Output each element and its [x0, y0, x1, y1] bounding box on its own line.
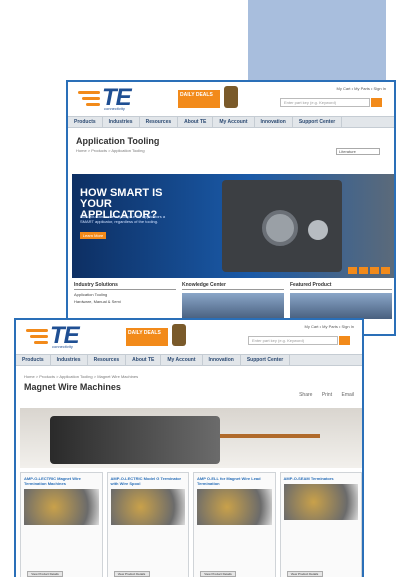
- view-product-button[interactable]: View Product Details: [286, 571, 323, 577]
- nav-products[interactable]: Products: [16, 355, 51, 365]
- nav-my-account[interactable]: My Account: [213, 117, 255, 127]
- product-name[interactable]: AMP-O-LECTRIC Model G Terminator with Wi…: [111, 476, 186, 486]
- product-card[interactable]: AMP-O-LECTRIC Model G Terminator with Wi…: [106, 472, 189, 577]
- print-link[interactable]: Print: [322, 392, 332, 398]
- product-name[interactable]: AMP-O-SEAM Terminators: [284, 476, 359, 481]
- product-image: [110, 489, 185, 525]
- section-link[interactable]: Hardware, Manual & Semi: [74, 299, 176, 304]
- product-grid: AMP-O-LECTRIC Magnet Wire Termination Ma…: [20, 472, 362, 577]
- nav-my-account[interactable]: My Account: [161, 355, 203, 365]
- view-product-button[interactable]: View Product Details: [113, 571, 150, 577]
- main-nav: Products Industries Resources About TE M…: [16, 354, 362, 366]
- section-title: Industry Solutions: [74, 282, 176, 290]
- magnet-wire-page-screenshot: TE connectivity DAILY DEALS My Cart • My…: [14, 318, 364, 577]
- promo-banner[interactable]: DAILY DEALS: [178, 90, 220, 108]
- te-logo[interactable]: TE connectivity: [78, 84, 158, 111]
- view-product-button[interactable]: View Product Details: [200, 571, 236, 577]
- nav-innovation[interactable]: Innovation: [203, 355, 241, 365]
- promo-image: [224, 86, 238, 108]
- search-input[interactable]: Enter part key (e.g. Keyword): [248, 336, 338, 345]
- search-button[interactable]: [339, 336, 350, 345]
- nav-about[interactable]: About TE: [178, 117, 214, 127]
- knowledge-center-section: Knowledge Center: [182, 282, 284, 319]
- logo-stripes-icon: [78, 91, 100, 109]
- nav-resources[interactable]: Resources: [140, 117, 179, 127]
- product-card[interactable]: AMP-O-LECTRIC Magnet Wire Termination Ma…: [20, 472, 103, 577]
- hero-body: Now you can make any of your TE Applicat…: [80, 214, 166, 224]
- section-link[interactable]: Application Tooling: [74, 292, 176, 297]
- nav-support[interactable]: Support Center: [241, 355, 291, 365]
- page-title: Application Tooling: [76, 136, 160, 146]
- nav-resources[interactable]: Resources: [88, 355, 127, 365]
- nav-about[interactable]: About TE: [126, 355, 162, 365]
- te-logo[interactable]: TE connectivity: [26, 322, 106, 349]
- section-title: Knowledge Center: [182, 282, 284, 290]
- page-title: Magnet Wire Machines: [24, 382, 121, 392]
- product-image: [283, 484, 358, 520]
- section-row: Industry Solutions Application Tooling H…: [74, 282, 392, 319]
- main-nav: Products Industries Resources About TE M…: [68, 116, 394, 128]
- view-product-button[interactable]: View Product Details: [27, 571, 63, 577]
- application-tooling-page-screenshot: TE connectivity DAILY DEALS My Cart • My…: [66, 80, 396, 336]
- nav-support[interactable]: Support Center: [293, 117, 343, 127]
- breadcrumb[interactable]: Home > Products > Application Tooling > …: [24, 374, 362, 379]
- industry-solutions-section: Industry Solutions Application Tooling H…: [74, 282, 176, 319]
- wire-image: [220, 434, 320, 438]
- literature-select[interactable]: Literature: [336, 148, 380, 155]
- search-button[interactable]: [371, 98, 382, 107]
- promo-image: [172, 324, 186, 346]
- hero-banner: HOW SMART IS YOUR APPLICATOR? Now you ca…: [72, 174, 394, 278]
- machine-image: [50, 416, 220, 464]
- featured-product-section: Featured Product: [290, 282, 392, 319]
- product-name[interactable]: AMP O-ELL for Magnet Wire Lead Terminati…: [197, 476, 272, 486]
- featured-image: [290, 293, 392, 319]
- nav-products[interactable]: Products: [68, 117, 103, 127]
- logo-tagline: connectivity: [52, 344, 73, 349]
- knowledge-image: [182, 293, 284, 319]
- share-link[interactable]: Share: [299, 392, 312, 398]
- product-name[interactable]: AMP-O-LECTRIC Magnet Wire Termination Ma…: [24, 476, 99, 486]
- promo-banner[interactable]: DAILY DEALS: [126, 328, 168, 346]
- logo-tagline: connectivity: [104, 106, 125, 111]
- section-title: Featured Product: [290, 282, 392, 290]
- product-card[interactable]: AMP-O-SEAM Terminators View Product Deta…: [279, 472, 362, 577]
- nav-innovation[interactable]: Innovation: [255, 117, 293, 127]
- carousel-thumbs[interactable]: [348, 267, 390, 274]
- site-header: TE connectivity DAILY DEALS My Cart • My…: [68, 82, 394, 116]
- applicator-image: [222, 180, 342, 272]
- email-link[interactable]: Email: [341, 392, 354, 398]
- machine-banner: [20, 408, 362, 468]
- search-input[interactable]: Enter part key (e.g. Keyword): [280, 98, 370, 107]
- page-actions: Share Print Email: [291, 392, 354, 398]
- nav-industries[interactable]: Industries: [51, 355, 88, 365]
- product-image: [24, 489, 99, 525]
- site-header: TE connectivity DAILY DEALS My Cart • My…: [16, 320, 362, 354]
- product-card[interactable]: AMP O-ELL for Magnet Wire Lead Terminati…: [193, 472, 276, 577]
- header-tools[interactable]: My Cart • My Parts • Sign In: [305, 324, 354, 329]
- product-image: [197, 489, 272, 525]
- hero-learn-more-button[interactable]: Learn More: [80, 232, 106, 239]
- nav-industries[interactable]: Industries: [103, 117, 140, 127]
- header-tools[interactable]: My Cart • My Parts • Sign In: [337, 86, 386, 91]
- logo-stripes-icon: [26, 329, 48, 347]
